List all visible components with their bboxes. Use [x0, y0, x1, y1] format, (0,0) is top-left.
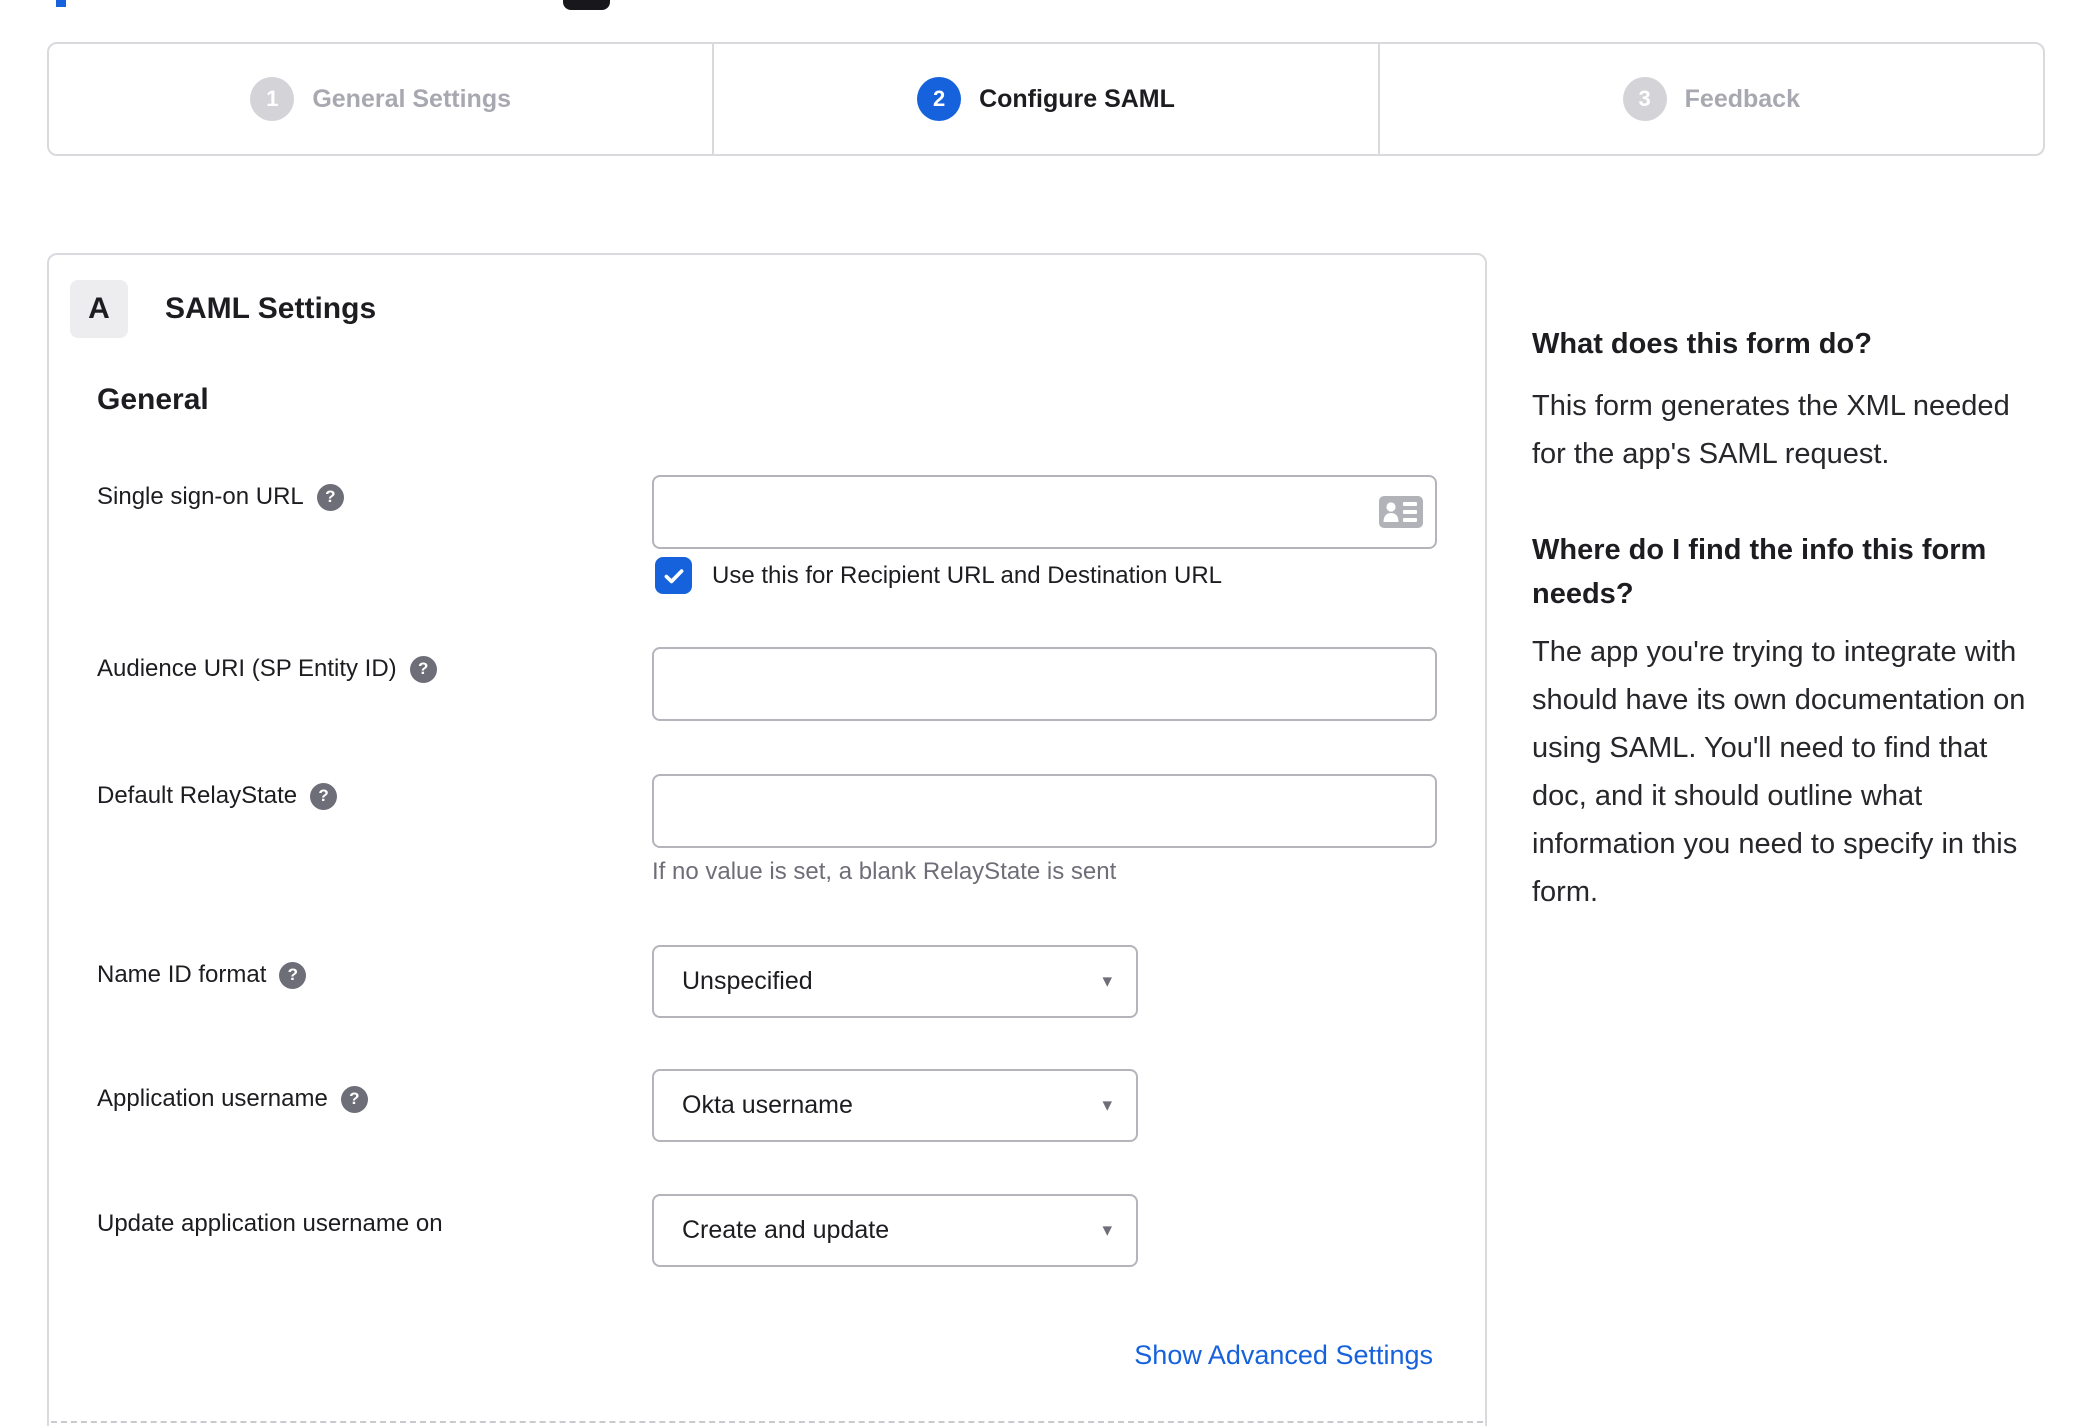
update-username-label: Update application username on — [97, 1210, 443, 1238]
sidebar-answer-where: The app you're trying to integrate with … — [1532, 636, 2026, 908]
step-feedback[interactable]: 3 Feedback — [1377, 44, 2043, 154]
relay-state-input[interactable] — [652, 774, 1437, 848]
clipped-header-fragment-dark — [563, 0, 610, 10]
sso-url-input-wrap — [652, 475, 1437, 549]
audience-uri-label-text: Audience URI (SP Entity ID) — [97, 655, 397, 682]
name-id-format-value: Unspecified — [682, 967, 813, 995]
relay-state-hint: If no value is set, a blank RelayState i… — [652, 858, 1117, 885]
name-id-format-label-text: Name ID format — [97, 961, 267, 988]
saml-settings-panel: A SAML Settings General Single sign-on U… — [47, 253, 1487, 1426]
name-id-format-label: Name ID format ? — [97, 961, 307, 989]
sso-url-label: Single sign-on URL ? — [97, 483, 344, 511]
help-icon[interactable]: ? — [409, 655, 437, 683]
step-general-settings[interactable]: 1 General Settings — [49, 44, 712, 154]
application-username-label: Application username ? — [97, 1085, 368, 1113]
chevron-down-icon: ▾ — [1102, 971, 1112, 992]
recipient-url-checkbox-row: Use this for Recipient URL and Destinati… — [655, 557, 1222, 594]
help-icon[interactable]: ? — [340, 1085, 368, 1113]
application-username-label-text: Application username — [97, 1085, 328, 1112]
help-sidebar: What does this form do? This form genera… — [1532, 322, 2092, 916]
recipient-url-checkbox[interactable] — [655, 557, 692, 594]
relay-state-label-text: Default RelayState — [97, 782, 298, 809]
sso-url-input[interactable] — [652, 475, 1437, 549]
step-number-badge: 2 — [917, 77, 962, 121]
section-divider — [51, 1421, 1483, 1423]
chevron-down-icon: ▾ — [1102, 1220, 1112, 1241]
step-label: General Settings — [312, 84, 511, 113]
section-title-general: General — [97, 383, 209, 416]
relay-state-label: Default RelayState ? — [97, 782, 338, 810]
step-configure-saml[interactable]: 2 Configure SAML — [712, 44, 1377, 154]
update-username-select[interactable]: Create and update ▾ — [652, 1194, 1138, 1267]
step-number-badge: 3 — [1622, 77, 1667, 121]
update-username-label-text: Update application username on — [97, 1210, 443, 1237]
help-icon[interactable]: ? — [316, 483, 344, 511]
recipient-url-checkbox-label: Use this for Recipient URL and Destinati… — [712, 561, 1223, 589]
update-username-value: Create and update — [682, 1216, 890, 1244]
step-label: Feedback — [1684, 84, 1800, 113]
audience-uri-input[interactable] — [652, 647, 1437, 721]
show-advanced-settings-link[interactable]: Show Advanced Settings — [1134, 1340, 1433, 1371]
application-username-select[interactable]: Okta username ▾ — [652, 1069, 1138, 1142]
audience-uri-label: Audience URI (SP Entity ID) ? — [97, 655, 437, 683]
sso-url-label-text: Single sign-on URL — [97, 483, 304, 510]
step-number-badge: 1 — [250, 77, 295, 121]
name-id-format-select[interactable]: Unspecified ▾ — [652, 945, 1138, 1018]
wizard-stepper: 1 General Settings 2 Configure SAML 3 Fe… — [47, 42, 2045, 156]
chevron-down-icon: ▾ — [1102, 1095, 1112, 1116]
sidebar-question-what: What does this form do? — [1532, 328, 1872, 360]
help-icon[interactable]: ? — [279, 961, 307, 989]
help-icon[interactable]: ? — [310, 782, 338, 810]
clipped-header-fragment-blue — [56, 0, 66, 7]
contact-card-icon[interactable] — [1379, 496, 1423, 528]
configure-saml-page: 1 General Settings 2 Configure SAML 3 Fe… — [0, 0, 2092, 1426]
step-label: Configure SAML — [979, 84, 1175, 113]
checkmark-icon — [664, 568, 683, 583]
application-username-value: Okta username — [682, 1091, 853, 1119]
panel-title: SAML Settings — [165, 292, 377, 325]
sidebar-answer-what: This form generates the XML needed for t… — [1532, 390, 2010, 470]
section-badge-a: A — [70, 280, 128, 338]
sidebar-question-where: Where do I find the info this form needs… — [1532, 534, 1987, 610]
